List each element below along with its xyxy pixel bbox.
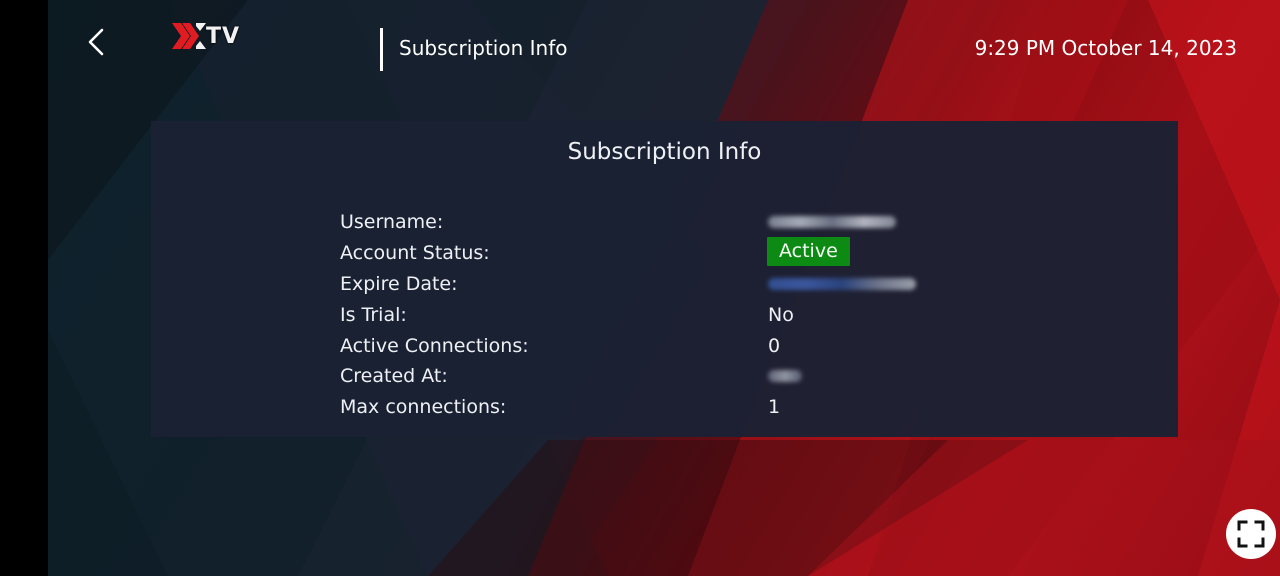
detail-row-is-trial: Is Trial: No bbox=[340, 299, 1040, 330]
created-at-value-redacted bbox=[768, 365, 802, 387]
detail-label: Active Connections: bbox=[340, 334, 529, 357]
subscription-details: Username: Account Status: Active Expire … bbox=[340, 207, 1040, 423]
detail-row-username: Username: bbox=[340, 207, 1040, 238]
page-title: Subscription Info bbox=[399, 36, 568, 60]
subscription-panel: Subscription Info Username: Account Stat… bbox=[151, 121, 1178, 437]
detail-row-account-status: Account Status: Active bbox=[340, 236, 1040, 269]
logo-text: TV bbox=[206, 23, 241, 49]
detail-value: 1 bbox=[768, 396, 781, 419]
detail-label: Created At: bbox=[340, 365, 448, 388]
detail-value: 0 bbox=[768, 334, 781, 357]
xtv-logo-icon bbox=[172, 23, 206, 49]
detail-row-created-at: Created At: bbox=[340, 361, 1040, 392]
fullscreen-icon bbox=[1237, 520, 1265, 548]
datetime-display: 9:29 PM October 14, 2023 bbox=[974, 36, 1237, 60]
detail-row-max-connections: Max connections: 1 bbox=[340, 392, 1040, 423]
fullscreen-button[interactable] bbox=[1226, 509, 1276, 559]
detail-label: Account Status: bbox=[340, 242, 490, 265]
detail-row-active-connections: Active Connections: 0 bbox=[340, 330, 1040, 361]
back-button[interactable] bbox=[78, 22, 114, 62]
detail-label: Is Trial: bbox=[340, 303, 407, 326]
status-badge: Active bbox=[767, 236, 850, 266]
app-screen: TV Subscription Info 9:29 PM October 14,… bbox=[0, 0, 1280, 576]
header-divider bbox=[380, 28, 383, 71]
detail-row-expire-date: Expire Date: bbox=[340, 269, 1040, 300]
expire-date-value-redacted bbox=[768, 273, 916, 295]
detail-label: Username: bbox=[340, 211, 444, 234]
panel-title: Subscription Info bbox=[567, 139, 762, 165]
detail-label: Max connections: bbox=[340, 396, 507, 419]
username-value-redacted bbox=[768, 211, 896, 233]
detail-label: Expire Date: bbox=[340, 272, 458, 295]
app-logo: TV bbox=[172, 20, 240, 52]
chevron-left-icon bbox=[88, 28, 104, 56]
detail-value: No bbox=[768, 303, 794, 326]
